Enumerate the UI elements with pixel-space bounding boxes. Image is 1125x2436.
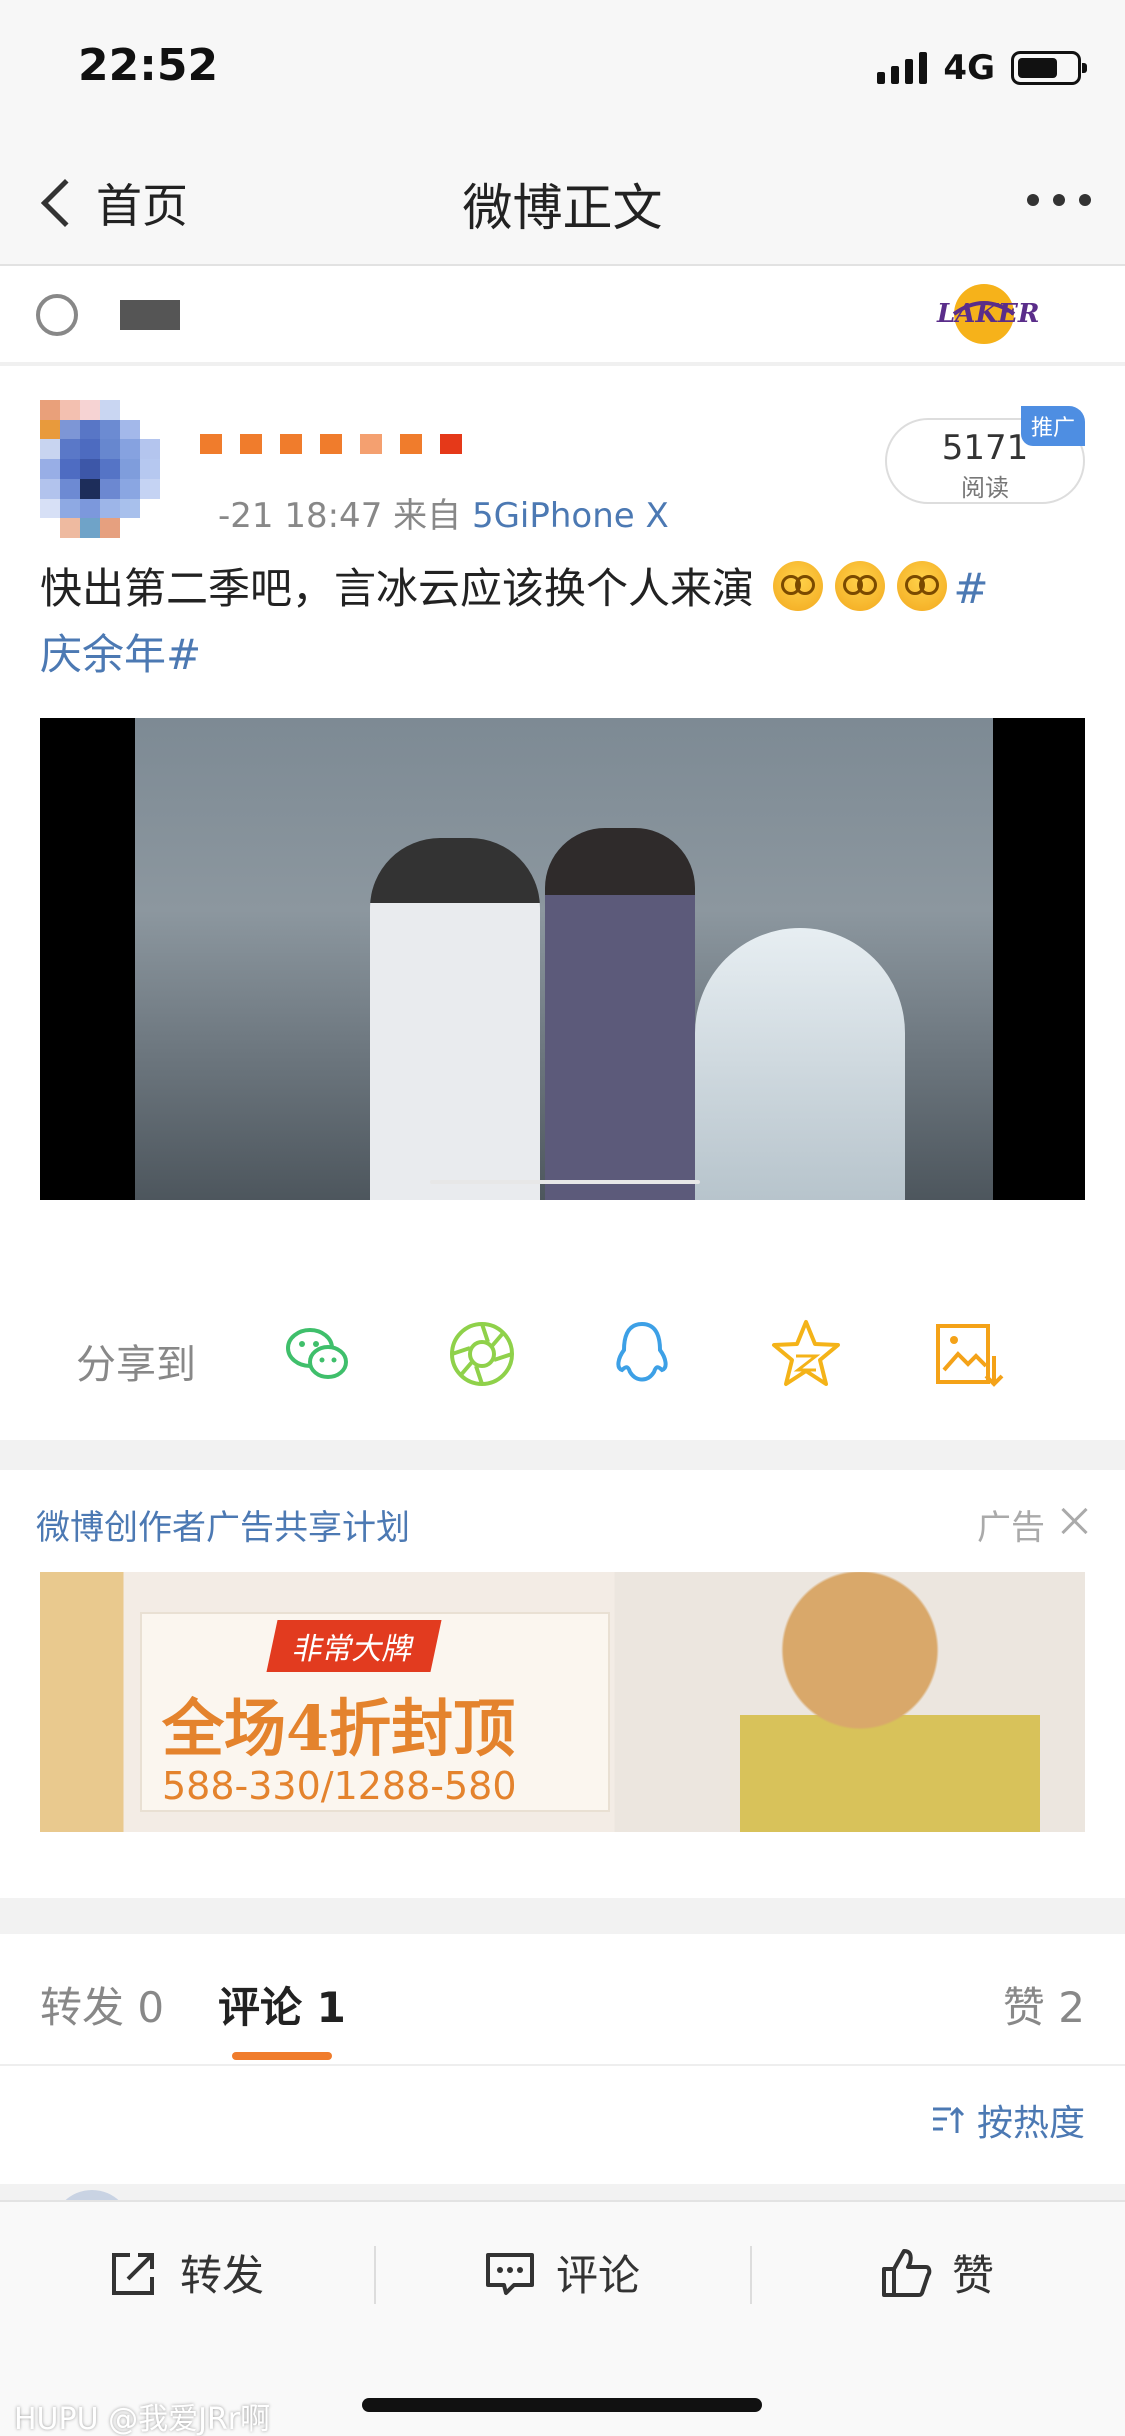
ad-label: 广告	[977, 1508, 1045, 1548]
more-options-button[interactable]	[1027, 194, 1091, 206]
post-time: -21 18:47	[218, 496, 383, 536]
nav-bar: 首页 微博正文	[0, 140, 1125, 266]
read-label: 阅读	[961, 474, 1009, 502]
repost-button[interactable]: 转发	[108, 2242, 264, 2303]
hashtag-link[interactable]: 庆余年#	[40, 630, 201, 679]
post-card: -21 18:47 来自 5GiPhone X 5171 阅读 推广 快出第二季…	[0, 366, 1125, 1440]
tab-repost[interactable]: 转发 0	[40, 1974, 164, 2035]
share-row: 分享到	[0, 1284, 1125, 1414]
divider	[374, 2246, 376, 2304]
post-body: 快出第二季吧，言冰云应该换个人来演	[40, 564, 755, 613]
source-prefix: 来自	[393, 496, 462, 536]
battery-level	[1018, 58, 1058, 78]
ad-promo-box: 非常大牌 全场4折封顶 588-330/1288-580	[140, 1612, 610, 1812]
divider	[750, 2246, 752, 2304]
comment-icon	[486, 2252, 534, 2295]
dizzy-face-emoji-icon	[835, 561, 886, 611]
dot-icon	[1053, 194, 1065, 206]
signal-icon	[877, 52, 928, 84]
repost-icon	[112, 2252, 154, 2295]
dot-icon	[1027, 194, 1039, 206]
close-icon[interactable]	[1059, 1506, 1089, 1536]
like-button[interactable]: 赞	[880, 2242, 994, 2303]
ad-brand-tag: 非常大牌	[266, 1620, 442, 1672]
lakers-logo-icon: LAKERS	[936, 284, 1039, 344]
username-censored[interactable]	[200, 434, 462, 454]
sort-by-heat-button[interactable]: 按热度	[931, 2094, 1085, 2146]
home-indicator[interactable]	[362, 2398, 762, 2412]
share-label: 分享到	[76, 1342, 196, 1388]
video-arch	[695, 928, 905, 1200]
video-figure	[545, 828, 695, 1200]
favorite-star-icon[interactable]	[768, 1316, 844, 1392]
divider	[0, 2064, 1125, 2066]
profile-strip: LAKERS	[0, 266, 1125, 366]
ad-price: 588-330/1288-580	[162, 1764, 517, 1808]
ad-card: 微博创作者广告共享计划 广告 非常大牌 全场4折封顶 588-330/1288-…	[0, 1470, 1125, 1898]
post-text: 快出第二季吧，言冰云应该换个人来演 # 庆余年#	[40, 556, 1090, 688]
dot-icon	[1079, 194, 1091, 206]
page-title: 微博正文	[462, 179, 663, 237]
video-player[interactable]	[40, 718, 1085, 1200]
like-label: 赞	[952, 2251, 995, 2300]
status-time: 22:52	[78, 40, 219, 91]
comment-tabs: 转发 0 评论 1 赞 2 按热度	[0, 1934, 1125, 2184]
sort-icon	[932, 2106, 965, 2133]
dizzy-face-emoji-icon	[897, 561, 948, 611]
qq-icon[interactable]	[604, 1316, 680, 1392]
comment-button[interactable]: 评论	[484, 2242, 640, 2303]
comment-label: 评论	[556, 2251, 641, 2300]
ad-model-image	[740, 1572, 1040, 1832]
ad-plan-label[interactable]: 微博创作者广告共享计划	[36, 1500, 410, 1549]
post-source[interactable]: 5GiPhone X	[472, 496, 669, 536]
video-progress[interactable]	[430, 1180, 700, 1184]
save-image-icon[interactable]	[930, 1316, 1006, 1392]
post-meta: -21 18:47 来自 5GiPhone X	[218, 488, 669, 537]
sort-label: 按热度	[976, 2103, 1085, 2144]
watermark: HUPU @我爱JRr啊	[14, 2402, 271, 2436]
active-tab-indicator	[232, 2052, 332, 2060]
battery-icon	[1011, 51, 1087, 85]
dizzy-face-emoji-icon	[773, 561, 824, 611]
ad-headline: 全场4折封顶	[162, 1692, 516, 1765]
video-figure	[370, 838, 540, 1200]
wechat-icon[interactable]	[280, 1316, 356, 1392]
thumbs-up-icon	[882, 2248, 932, 2297]
tab-like[interactable]: 赞 2	[1003, 1974, 1085, 2035]
promo-badge: 推广	[1020, 406, 1085, 446]
censored-block	[120, 300, 180, 330]
svg-text:LAKERS: LAKERS	[936, 299, 1039, 329]
video-frame	[135, 718, 993, 1200]
status-bar: 22:52 4G	[0, 0, 1125, 140]
tab-comment[interactable]: 评论 1	[218, 1974, 346, 2035]
moments-icon[interactable]	[444, 1316, 520, 1392]
network-type: 4G	[943, 48, 995, 88]
status-indicators: 4G	[877, 48, 1087, 88]
hashtag-start[interactable]: #	[953, 564, 988, 613]
globe-icon[interactable]	[36, 294, 78, 336]
avatar[interactable]	[40, 400, 160, 538]
ad-banner[interactable]: 非常大牌 全场4折封顶 588-330/1288-580	[40, 1572, 1085, 1832]
repost-label: 转发	[180, 2251, 265, 2300]
